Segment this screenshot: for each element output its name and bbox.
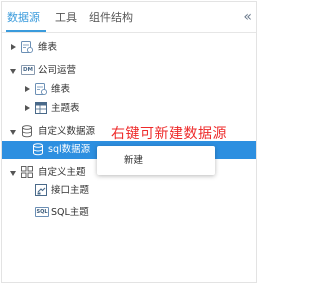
tree-node-label: 自定义主题 — [38, 167, 86, 178]
topic-table-icon — [35, 102, 47, 114]
dimension-table-icon — [21, 41, 34, 54]
expand-arrow-icon[interactable] — [11, 44, 16, 50]
tree-node-label: 维表 — [51, 84, 71, 95]
database-icon — [33, 143, 43, 156]
tab-bar: 数据源 工具 组件结构 « — [2, 2, 256, 33]
collapse-arrow-icon[interactable] — [10, 171, 16, 176]
tree-node-sql-topic[interactable]: SQL SQL主题 — [2, 204, 256, 222]
sql-icon: SQL — [35, 207, 49, 217]
tree-node-dimension-table[interactable]: 维表 — [2, 39, 256, 57]
tab-tools[interactable]: 工具 — [55, 11, 77, 25]
tree-node-company-operations[interactable]: DM 公司运营 — [2, 62, 256, 80]
grid-icon — [21, 166, 33, 178]
context-menu-new[interactable]: 新建 — [124, 154, 143, 167]
tree-node-label: sql数据源 — [48, 144, 91, 155]
data-model-icon: DM — [21, 65, 35, 75]
tree-node-label: 公司运营 — [38, 65, 77, 76]
tree-node-company-dimension-table[interactable]: 维表 — [2, 81, 256, 99]
collapse-arrow-icon[interactable] — [10, 130, 16, 135]
tree-node-topic-table[interactable]: 主题表 — [2, 100, 256, 118]
expand-arrow-icon[interactable] — [25, 86, 30, 92]
context-menu: 新建 — [97, 146, 215, 175]
tree-node-label: 自定义数据源 — [38, 126, 96, 137]
tree-node-label: 接口主题 — [51, 185, 90, 196]
dimension-table-icon — [35, 83, 48, 96]
database-icon — [22, 125, 32, 138]
active-tab-indicator — [6, 30, 46, 32]
api-topic-icon — [35, 184, 47, 196]
collapse-arrow-icon[interactable] — [10, 69, 16, 74]
hint-annotation: 右键可新建数据源 — [111, 126, 227, 142]
expand-arrow-icon[interactable] — [25, 105, 30, 111]
tab-component-structure[interactable]: 组件结构 — [89, 11, 133, 25]
tree-node-label: 维表 — [38, 42, 58, 53]
tree-node-api-topic[interactable]: 接口主题 — [2, 182, 256, 200]
tab-data-source[interactable]: 数据源 — [7, 11, 40, 25]
collapse-panel-icon[interactable]: « — [243, 10, 252, 24]
tree-node-label: 主题表 — [51, 103, 80, 114]
tree-node-label: SQL主题 — [51, 207, 89, 218]
